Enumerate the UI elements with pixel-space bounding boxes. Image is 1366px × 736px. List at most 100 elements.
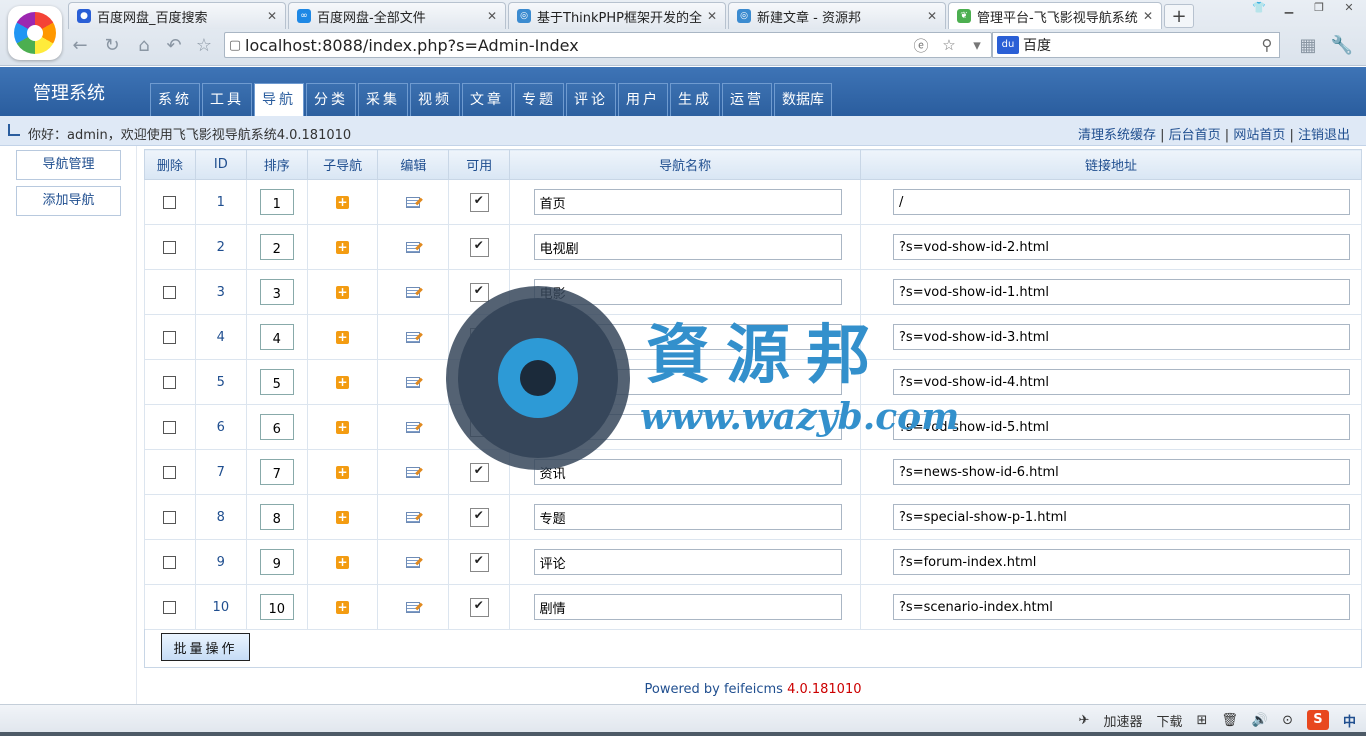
search-icon[interactable]: ⚲ bbox=[1255, 36, 1279, 54]
page-info-icon[interactable]: ▢ bbox=[225, 38, 245, 53]
edit-icon[interactable] bbox=[406, 376, 421, 388]
nav-link-input[interactable] bbox=[893, 234, 1351, 260]
delete-checkbox[interactable] bbox=[163, 555, 177, 569]
dropdown-icon[interactable]: ▾ bbox=[963, 36, 991, 54]
menu-item-database[interactable]: 数据库 bbox=[774, 83, 832, 116]
sogou-ime-icon[interactable]: S bbox=[1306, 710, 1329, 730]
menu-item-tools[interactable]: 工具 bbox=[202, 83, 252, 116]
add-subnav-icon[interactable]: + bbox=[336, 375, 350, 389]
accelerator-label[interactable]: 加速器 bbox=[1103, 711, 1142, 730]
edit-icon[interactable] bbox=[406, 421, 421, 433]
nav-name-input[interactable] bbox=[533, 504, 842, 530]
sort-input[interactable] bbox=[259, 189, 294, 215]
menu-item-category[interactable]: 分类 bbox=[306, 83, 356, 116]
home-icon[interactable]: ⌂ bbox=[132, 34, 156, 58]
enabled-checkbox[interactable] bbox=[469, 597, 489, 617]
edit-icon[interactable] bbox=[406, 556, 421, 568]
edit-icon[interactable] bbox=[406, 466, 421, 478]
delete-checkbox[interactable] bbox=[163, 375, 177, 389]
nav-name-input[interactable] bbox=[533, 279, 842, 305]
sort-input[interactable] bbox=[259, 414, 294, 440]
nav-link-input[interactable] bbox=[893, 414, 1351, 440]
skin-icon[interactable]: 👕 bbox=[1246, 0, 1272, 16]
sort-input[interactable] bbox=[259, 369, 294, 395]
delete-checkbox[interactable] bbox=[163, 600, 177, 614]
nav-link-input[interactable] bbox=[893, 279, 1351, 305]
close-icon[interactable]: ✕ bbox=[267, 9, 277, 23]
menu-item-operation[interactable]: 运营 bbox=[722, 83, 772, 116]
menu-item-user[interactable]: 用户 bbox=[618, 83, 668, 116]
add-subnav-icon[interactable]: + bbox=[336, 330, 350, 344]
browser-tab-active[interactable]: ❦ 管理平台-飞飞影视导航系统 ✕ bbox=[948, 2, 1162, 29]
sort-input[interactable] bbox=[259, 279, 294, 305]
edit-icon[interactable] bbox=[406, 601, 421, 613]
address-bar[interactable]: ▢ ⓔ ☆ ▾ bbox=[224, 32, 992, 58]
nav-link-input[interactable] bbox=[893, 324, 1351, 350]
undo-close-icon[interactable]: ↶ bbox=[162, 34, 186, 58]
delete-checkbox[interactable] bbox=[163, 285, 177, 299]
sort-input[interactable] bbox=[259, 459, 294, 485]
nav-link-input[interactable] bbox=[893, 459, 1351, 485]
download-label[interactable]: 下载 bbox=[1156, 711, 1182, 730]
menu-item-comment[interactable]: 评论 bbox=[566, 83, 616, 116]
add-subnav-icon[interactable]: + bbox=[336, 195, 350, 209]
favorite-icon[interactable]: ☆ bbox=[192, 34, 216, 58]
menu-item-generate[interactable]: 生成 bbox=[670, 83, 720, 116]
zoom-icon[interactable]: ⊙ bbox=[1282, 713, 1293, 728]
clear-cache-link[interactable]: 清理系统缓存 bbox=[1078, 128, 1156, 143]
edit-icon[interactable] bbox=[406, 196, 421, 208]
site-home-link[interactable]: 网站首页 bbox=[1233, 128, 1285, 143]
trash-icon[interactable]: 🗑 bbox=[1221, 713, 1238, 728]
close-icon[interactable]: ✕ bbox=[707, 9, 717, 23]
screenshot-icon[interactable]: ⊞ bbox=[1196, 713, 1207, 728]
tools-icon[interactable]: 🔧 bbox=[1330, 34, 1354, 58]
delete-checkbox[interactable] bbox=[163, 330, 177, 344]
logout-link[interactable]: 注销退出 bbox=[1298, 128, 1350, 143]
ime-mode[interactable]: 中 bbox=[1343, 711, 1356, 730]
edit-icon[interactable] bbox=[406, 241, 421, 253]
nav-link-input[interactable] bbox=[893, 549, 1351, 575]
close-window-icon[interactable]: ✕ bbox=[1336, 0, 1362, 16]
enabled-checkbox[interactable] bbox=[469, 417, 489, 437]
nav-name-input[interactable] bbox=[533, 234, 842, 260]
browser-tab[interactable]: ◎ 基于ThinkPHP框架开发的全自动 ✕ bbox=[508, 2, 726, 29]
close-icon[interactable]: ✕ bbox=[1143, 9, 1153, 23]
menu-item-system[interactable]: 系统 bbox=[150, 83, 200, 116]
sidebar-item-nav-manage[interactable]: 导航管理 bbox=[16, 150, 121, 180]
nav-name-input[interactable] bbox=[533, 189, 842, 215]
add-subnav-icon[interactable]: + bbox=[336, 240, 350, 254]
add-subnav-icon[interactable]: + bbox=[336, 465, 350, 479]
nav-name-input[interactable] bbox=[533, 324, 842, 350]
baidu-icon[interactable]: du bbox=[997, 36, 1019, 54]
nav-name-input[interactable] bbox=[533, 549, 842, 575]
enabled-checkbox[interactable] bbox=[469, 462, 489, 482]
enabled-checkbox[interactable] bbox=[469, 192, 489, 212]
close-icon[interactable]: ✕ bbox=[927, 9, 937, 23]
nav-link-input[interactable] bbox=[893, 504, 1351, 530]
volume-icon[interactable]: 🔊 bbox=[1252, 713, 1268, 728]
nav-name-input[interactable] bbox=[533, 369, 842, 395]
enabled-checkbox[interactable] bbox=[469, 372, 489, 392]
menu-item-navigation[interactable]: 导航 bbox=[254, 83, 304, 116]
menu-item-special[interactable]: 专题 bbox=[514, 83, 564, 116]
sort-input[interactable] bbox=[259, 549, 294, 575]
menu-item-video[interactable]: 视频 bbox=[410, 83, 460, 116]
maximize-icon[interactable]: ❐ bbox=[1306, 0, 1332, 16]
admin-home-link[interactable]: 后台首页 bbox=[1169, 128, 1221, 143]
menu-item-collect[interactable]: 采集 bbox=[358, 83, 408, 116]
browser-tab[interactable]: ◎ 新建文章 - 资源邦 ✕ bbox=[728, 2, 946, 29]
enabled-checkbox[interactable] bbox=[469, 237, 489, 257]
add-subnav-icon[interactable]: + bbox=[336, 510, 350, 524]
sort-input[interactable] bbox=[259, 594, 294, 620]
close-icon[interactable]: ✕ bbox=[487, 9, 497, 23]
nav-link-input[interactable] bbox=[893, 594, 1351, 620]
delete-checkbox[interactable] bbox=[163, 465, 177, 479]
nav-link-input[interactable] bbox=[893, 189, 1351, 215]
sort-input[interactable] bbox=[259, 504, 294, 530]
enabled-checkbox[interactable] bbox=[469, 507, 489, 527]
delete-checkbox[interactable] bbox=[163, 195, 177, 209]
add-subnav-icon[interactable]: + bbox=[336, 600, 350, 614]
batch-operation-button[interactable]: 批量操作 bbox=[161, 633, 250, 661]
add-subnav-icon[interactable]: + bbox=[336, 285, 350, 299]
delete-checkbox[interactable] bbox=[163, 420, 177, 434]
